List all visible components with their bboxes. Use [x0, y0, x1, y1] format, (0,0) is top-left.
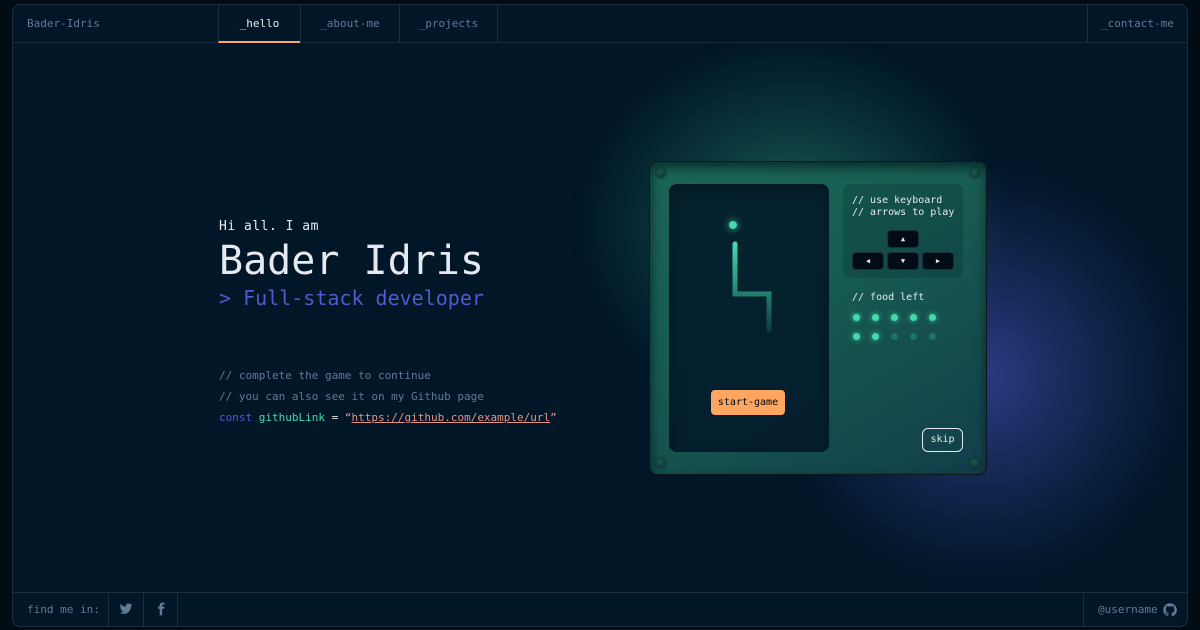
code-comment: // complete the game to continue — [219, 369, 431, 382]
game-screen[interactable]: start-game — [669, 184, 829, 452]
code-quote: ” — [550, 411, 557, 424]
code-operator: = — [324, 411, 345, 424]
greeting-text: Hi all. I am — [219, 219, 319, 234]
start-game-button[interactable]: start-game — [711, 390, 785, 415]
code-variable: githubLink — [258, 411, 325, 424]
code-keyword: const — [219, 411, 253, 424]
food-dot — [929, 314, 936, 321]
footer: find me in: @username — [13, 592, 1187, 626]
github-profile-link[interactable]: @username — [1083, 593, 1187, 626]
food-dot — [910, 333, 917, 340]
facebook-icon — [158, 602, 165, 616]
food-left-label: // food left — [852, 292, 925, 303]
food-dot — [872, 314, 879, 321]
username-label: @username — [1098, 603, 1158, 616]
screw-icon — [970, 458, 980, 468]
code-comment: // you can also see it on my Github page — [219, 390, 484, 403]
facebook-link[interactable] — [143, 593, 178, 626]
arrow-down-key[interactable]: ▼ — [887, 252, 919, 270]
page-title: Bader Idris — [219, 238, 484, 284]
arrow-right-key[interactable]: ▶ — [922, 252, 954, 270]
arrow-left-key[interactable]: ◀ — [852, 252, 884, 270]
tab-about-me[interactable]: _about-me — [300, 5, 399, 43]
github-link[interactable]: https://github.com/example/url — [351, 411, 550, 424]
github-icon — [1163, 603, 1177, 617]
twitter-icon — [119, 603, 133, 614]
instructions-text: // use keyboard // arrows to play — [852, 195, 955, 218]
role-subtitle: > Full-stack developer — [219, 286, 484, 310]
portfolio-window: Bader-Idris _hello _about-me _projects _… — [12, 4, 1188, 627]
food-dot — [853, 333, 860, 340]
food-dot — [853, 314, 860, 321]
top-nav: Bader-Idris _hello _about-me _projects _… — [13, 5, 1187, 43]
screw-icon — [970, 168, 980, 178]
food-counter — [853, 314, 953, 354]
twitter-link[interactable] — [108, 593, 143, 626]
find-me-label: find me in: — [27, 603, 100, 616]
tab-hello[interactable]: _hello — [218, 5, 300, 43]
game-instructions: // use keyboard // arrows to play ▲ ◀ ▼ … — [843, 184, 963, 278]
food-dot — [891, 314, 898, 321]
code-snippet: // complete the game to continue // you … — [219, 365, 557, 428]
food-dot — [891, 333, 898, 340]
tab-projects[interactable]: _projects — [399, 5, 498, 43]
screw-icon — [656, 168, 666, 178]
game-board: start-game // use keyboard // arrows to … — [649, 161, 987, 475]
tab-contact-me[interactable]: _contact-me — [1087, 5, 1187, 43]
hero-section: Hi all. I am Bader Idris > Full-stack de… — [219, 219, 484, 310]
food-dot — [872, 333, 879, 340]
food-dot — [929, 333, 936, 340]
screw-icon — [656, 458, 666, 468]
code-declaration: const githubLink = “https://github.com/e… — [219, 407, 557, 428]
brand-name: Bader-Idris — [27, 17, 100, 30]
skip-button[interactable]: skip — [922, 428, 963, 452]
arrow-up-key[interactable]: ▲ — [887, 230, 919, 248]
food-dot — [910, 314, 917, 321]
